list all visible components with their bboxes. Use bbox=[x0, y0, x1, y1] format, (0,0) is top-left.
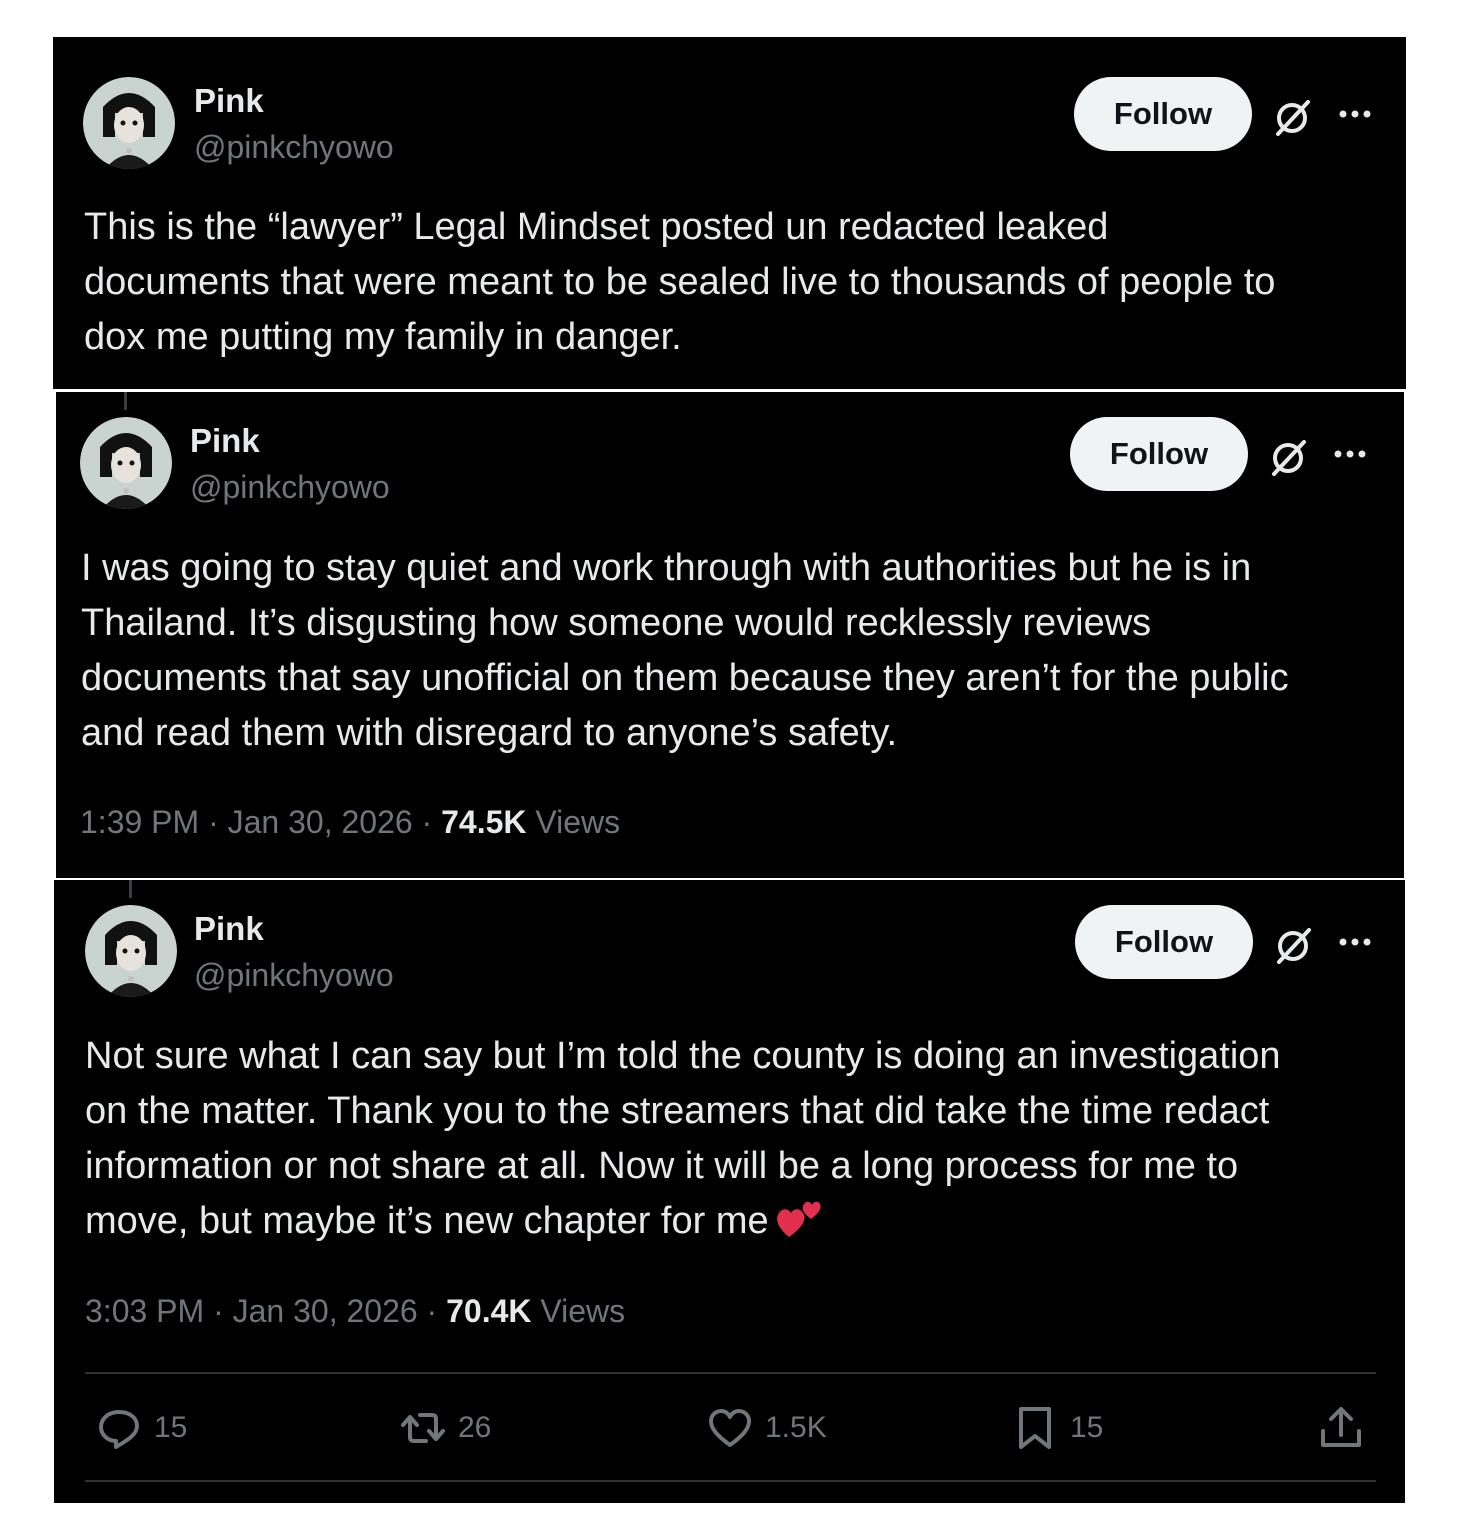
thread-connector bbox=[129, 880, 132, 898]
views-count: 74.5K bbox=[441, 804, 527, 840]
avatar-image bbox=[85, 905, 177, 997]
repost-icon bbox=[401, 1413, 445, 1443]
heart-icon bbox=[709, 1409, 751, 1447]
like-button[interactable]: 1.5K bbox=[707, 1405, 827, 1451]
divider bbox=[85, 1480, 1376, 1482]
post-date[interactable]: Jan 30, 2026 bbox=[228, 804, 413, 840]
grok-icon[interactable] bbox=[1271, 924, 1315, 968]
follow-button[interactable]: Follow bbox=[1070, 417, 1248, 491]
avatar-image bbox=[83, 77, 175, 169]
bookmark-count: 15 bbox=[1070, 1411, 1104, 1444]
two-hearts-icon bbox=[775, 1197, 823, 1257]
repost-button[interactable]: 26 bbox=[400, 1405, 491, 1451]
post-text: Not sure what I can say but I’m told the… bbox=[85, 1029, 1385, 1257]
post-text: I was going to stay quiet and work throu… bbox=[81, 547, 1289, 754]
avatar-image bbox=[80, 417, 172, 509]
views-label: Views bbox=[540, 1293, 626, 1329]
display-name[interactable]: Pink bbox=[194, 909, 264, 949]
post-card-3: Pink @pinkchyowo Follow Not sure what I … bbox=[54, 880, 1405, 1503]
post-card-1: Pink @pinkchyowo Follow This is the “law… bbox=[53, 37, 1406, 389]
post-text-content: Not sure what I can say but I’m told the… bbox=[85, 1035, 1281, 1242]
separator: · bbox=[213, 1293, 224, 1329]
follow-button[interactable]: Follow bbox=[1074, 77, 1252, 151]
display-name[interactable]: Pink bbox=[190, 421, 260, 461]
grok-icon[interactable] bbox=[1266, 436, 1310, 480]
divider bbox=[85, 1372, 1376, 1374]
post-date[interactable]: Jan 30, 2026 bbox=[233, 1293, 418, 1329]
views-count: 70.4K bbox=[446, 1293, 532, 1329]
post-time[interactable]: 3:03 PM bbox=[85, 1293, 204, 1329]
post-metadata: 3:03 PM · Jan 30, 2026 · 70.4K Views bbox=[85, 1291, 625, 1331]
more-options-icon[interactable] bbox=[1337, 936, 1373, 948]
like-count: 1.5K bbox=[765, 1411, 827, 1444]
separator: · bbox=[208, 804, 219, 840]
post-text: This is the “lawyer” Legal Mindset poste… bbox=[84, 206, 1276, 358]
thread-connector bbox=[124, 392, 127, 410]
user-handle[interactable]: @pinkchyowo bbox=[194, 955, 394, 995]
separator: · bbox=[426, 1293, 438, 1329]
display-name[interactable]: Pink bbox=[194, 81, 264, 121]
reply-button[interactable]: 15 bbox=[96, 1405, 187, 1451]
share-icon bbox=[1321, 1407, 1361, 1447]
post-card-2: Pink @pinkchyowo Follow I was going to s… bbox=[56, 392, 1404, 878]
grok-icon[interactable] bbox=[1270, 96, 1314, 140]
avatar[interactable] bbox=[80, 417, 172, 509]
views-label: Views bbox=[535, 804, 621, 840]
more-options-icon[interactable] bbox=[1332, 448, 1368, 460]
avatar[interactable] bbox=[85, 905, 177, 997]
avatar[interactable] bbox=[83, 77, 175, 169]
user-handle[interactable]: @pinkchyowo bbox=[190, 467, 390, 507]
reply-icon bbox=[99, 1410, 139, 1449]
reply-count: 15 bbox=[154, 1411, 188, 1444]
more-options-icon[interactable] bbox=[1337, 108, 1373, 120]
share-button[interactable] bbox=[1318, 1405, 1364, 1451]
bookmark-icon bbox=[1019, 1407, 1051, 1449]
post-metadata: 1:39 PM · Jan 30, 2026 · 74.5K Views bbox=[80, 802, 620, 842]
separator: · bbox=[421, 804, 433, 840]
post-time[interactable]: 1:39 PM bbox=[80, 804, 199, 840]
user-handle[interactable]: @pinkchyowo bbox=[194, 127, 394, 167]
repost-count: 26 bbox=[458, 1411, 492, 1444]
follow-button[interactable]: Follow bbox=[1075, 905, 1253, 979]
bookmark-button[interactable]: 15 bbox=[1012, 1405, 1103, 1451]
